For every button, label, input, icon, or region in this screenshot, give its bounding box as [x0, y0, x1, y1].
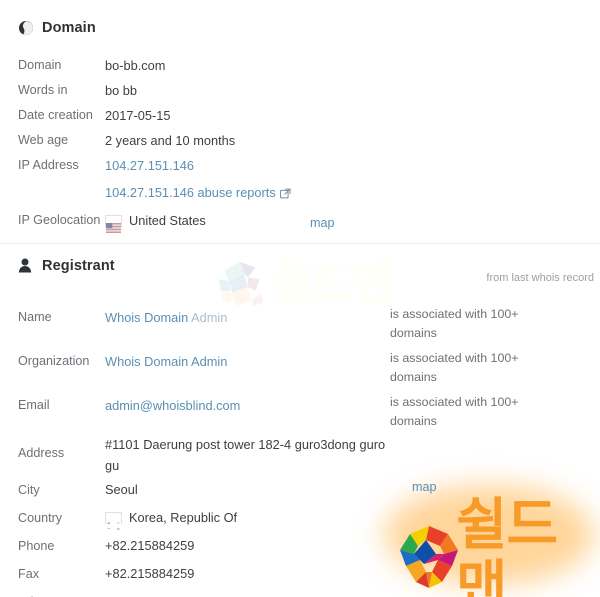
row-label: Fax: [18, 567, 39, 581]
row-label: Phone: [18, 539, 55, 553]
row-value: Whois Domain Admin: [105, 300, 390, 335]
associated-domains-note: is associated with 100+ domains: [390, 307, 519, 340]
geolocation-country: United States: [129, 213, 206, 228]
row-value: Seoul: [105, 482, 138, 497]
row-label: Date creation: [18, 108, 93, 122]
table-row: Web age 2 years and 10 months: [0, 128, 600, 153]
table-row-fax: Fax +82.215884259: [0, 560, 600, 588]
row-label: Web age: [18, 133, 69, 147]
row-label: Email: [18, 398, 50, 412]
country-name: Korea, Republic Of: [129, 510, 238, 525]
domain-section-header: Domain: [0, 0, 600, 42]
registrant-section-title: Registrant: [42, 258, 115, 274]
registrant-email-link[interactable]: admin@whoisblind.com: [105, 398, 240, 413]
domain-section-title: Domain: [42, 20, 96, 36]
kr-flag-icon: [105, 512, 122, 531]
table-row-email: Email admin@whoisblind.com is associated…: [0, 388, 600, 432]
table-row-organization: Organization Whois Domain Admin is assoc…: [0, 344, 600, 388]
registrant-organization-link[interactable]: Whois Domain Admin: [105, 354, 227, 369]
row-label: Name: [18, 310, 52, 324]
us-flag-icon: [105, 214, 122, 233]
row-value: United States: [105, 208, 390, 233]
row-label: Domain: [18, 58, 62, 72]
row-label: Organization: [18, 354, 90, 368]
section-divider: [0, 243, 600, 244]
row-value: bo bb: [105, 83, 138, 98]
row-value: 2017-05-15: [105, 108, 171, 123]
row-value: +82.215884259: [105, 566, 195, 581]
table-row-country: Country Korea, Republic Of: [0, 504, 600, 532]
row-label: Address: [18, 446, 65, 460]
table-row-private: Private no: [0, 588, 600, 597]
table-row-ip-address: IP Address 104.27.151.146 104.27.151.146…: [0, 153, 600, 205]
row-label: IP Geolocation: [18, 213, 101, 227]
table-row: Words in bo bb: [0, 78, 600, 103]
external-link-icon: [279, 182, 291, 199]
table-row-phone: Phone +82.215884259: [0, 532, 600, 560]
registrant-section-header: Registrant: [0, 252, 115, 280]
registrant-name-suffix: Admin: [191, 310, 228, 325]
row-label: Words in: [18, 83, 68, 97]
registrant-name-link[interactable]: Whois Domain: [105, 310, 188, 325]
table-row-ip-geolocation: IP Geolocation United States map: [0, 208, 600, 233]
ip-address-link[interactable]: 104.27.151.146: [105, 158, 194, 173]
associated-domains-note: is associated with 100+ domains: [390, 351, 519, 384]
row-label: City: [18, 483, 40, 497]
row-value: Korea, Republic Of: [105, 504, 390, 532]
abuse-reports-link[interactable]: 104.27.151.146 abuse reports: [105, 185, 276, 200]
row-label: Country: [18, 511, 63, 525]
row-label: IP Address: [18, 158, 79, 172]
table-row: Domain bo-bb.com: [0, 53, 600, 78]
row-value: #1101 Daerung post tower 182-4 guro3dong…: [105, 437, 386, 473]
row-value: 2 years and 10 months: [105, 133, 236, 148]
map-link-geolocation[interactable]: map: [310, 211, 335, 236]
table-row: Date creation 2017-05-15: [0, 103, 600, 128]
whois-record-note: from last whois record: [486, 272, 594, 284]
user-icon: [18, 258, 34, 274]
domain-rows: Domain bo-bb.com Words in bo bb Date cre…: [0, 42, 600, 233]
associated-domains-note: is associated with 100+ domains: [390, 395, 519, 428]
globe-icon: [18, 20, 34, 36]
row-value: bo-bb.com: [105, 58, 166, 73]
row-label: Private: [0, 588, 105, 597]
whois-report-page: Domain Domain bo-bb.com Words in bo bb D…: [0, 0, 600, 597]
registrant-rows: Name Whois Domain Admin is associated wi…: [0, 300, 600, 597]
table-row-address: Address #1101 Daerung post tower 182-4 g…: [0, 432, 600, 476]
row-value: admin@whoisblind.com: [105, 388, 390, 423]
table-row-city: City Seoul: [0, 476, 600, 504]
row-value: +82.215884259: [105, 538, 195, 553]
row-value: no: [105, 588, 390, 597]
map-link-address[interactable]: map: [412, 480, 437, 494]
row-value: Whois Domain Admin: [105, 344, 390, 379]
row-value: 104.27.151.146 104.27.151.146 abuse repo…: [105, 153, 390, 205]
table-row-name: Name Whois Domain Admin is associated wi…: [0, 300, 600, 344]
